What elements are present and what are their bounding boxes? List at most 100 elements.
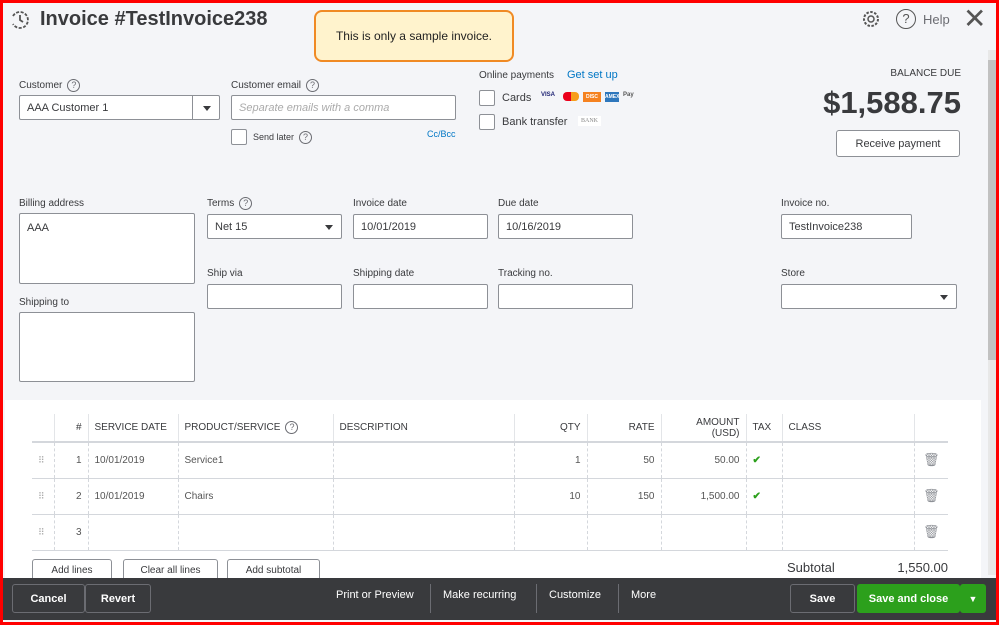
tax-checkmark[interactable]: ✔ xyxy=(745,442,782,479)
class-cell[interactable] xyxy=(781,442,914,479)
help-icon: ? xyxy=(67,79,81,92)
class-cell[interactable] xyxy=(781,478,914,515)
rate-cell[interactable]: 50 xyxy=(586,442,661,479)
amount-cell[interactable]: 1,500.00 xyxy=(660,478,746,515)
save-and-close-button[interactable]: Save and close xyxy=(857,584,960,613)
cards-label: Cards xyxy=(502,92,532,104)
due-date-input[interactable]: 10/16/2019 xyxy=(498,214,633,239)
balance-due-label: BALANCE DUE xyxy=(890,68,961,79)
trash-icon[interactable]: 🗑︎ xyxy=(913,514,948,551)
drag-handle-icon[interactable]: ⠿ xyxy=(32,478,54,515)
service-date-cell[interactable] xyxy=(87,514,178,551)
more-button[interactable]: More xyxy=(631,589,656,601)
qty-cell[interactable]: 1 xyxy=(513,442,587,479)
line-number: 2 xyxy=(53,478,88,515)
recent-transactions-icon[interactable] xyxy=(9,9,31,31)
tax-checkmark[interactable]: ✔ xyxy=(745,478,782,515)
shipping-to-label: Shipping to xyxy=(19,297,70,308)
customer-label: Customer? xyxy=(19,79,81,92)
amount-cell[interactable] xyxy=(660,514,746,551)
service-date-cell[interactable]: 10/01/2019 xyxy=(87,478,178,515)
send-later-checkbox[interactable] xyxy=(231,129,247,145)
customer-email-input[interactable]: Separate emails with a comma xyxy=(231,95,456,120)
receive-payment-button[interactable]: Receive payment xyxy=(836,130,960,157)
bank-transfer-checkbox[interactable] xyxy=(479,114,495,130)
product-cell[interactable]: Chairs xyxy=(177,478,333,515)
close-icon[interactable]: ✕ xyxy=(963,2,986,35)
terms-select[interactable]: Net 15 xyxy=(207,214,342,239)
apple-pay-icon: Pay xyxy=(623,92,634,98)
line-number: 3 xyxy=(53,514,88,551)
table-row[interactable]: ⠿ 3 🗑︎ xyxy=(32,514,948,551)
amex-icon: AMEX xyxy=(605,92,619,102)
help-icon[interactable]: ? xyxy=(896,9,916,29)
cc-bcc-link[interactable]: Cc/Bcc xyxy=(427,129,456,139)
help-link[interactable]: Help xyxy=(923,12,950,27)
tracking-no-input[interactable] xyxy=(498,284,633,309)
cards-checkbox[interactable] xyxy=(479,90,495,106)
save-button[interactable]: Save xyxy=(790,584,855,613)
service-date-cell[interactable]: 10/01/2019 xyxy=(87,442,178,479)
description-cell[interactable] xyxy=(332,478,514,515)
ship-via-input[interactable] xyxy=(207,284,342,309)
online-payments-label: Online payments xyxy=(479,70,555,81)
tracking-no-label: Tracking no. xyxy=(498,268,553,279)
table-row[interactable]: ⠿ 2 10/01/2019 Chairs 10 150 1,500.00 ✔ … xyxy=(32,478,948,515)
invoice-date-input[interactable]: 10/01/2019 xyxy=(353,214,488,239)
invoice-date-label: Invoice date xyxy=(353,198,407,209)
visa-icon: VISA xyxy=(541,92,556,98)
product-cell[interactable]: Service1 xyxy=(177,442,333,479)
drag-handle-icon[interactable]: ⠿ xyxy=(32,442,54,479)
scrollbar[interactable] xyxy=(988,50,996,575)
product-cell[interactable] xyxy=(177,514,333,551)
amount-cell[interactable]: 50.00 xyxy=(660,442,746,479)
col-product-service: PRODUCT/SERVICE? xyxy=(177,414,333,443)
terms-label: Terms? xyxy=(207,197,253,210)
help-icon: ? xyxy=(299,131,313,144)
description-cell[interactable] xyxy=(332,514,514,551)
col-tax: TAX xyxy=(745,414,782,443)
invoice-no-input[interactable]: TestInvoice238 xyxy=(781,214,912,239)
rate-cell[interactable]: 150 xyxy=(586,478,661,515)
customer-email-label: Customer email? xyxy=(231,79,320,92)
revert-button[interactable]: Revert xyxy=(85,584,151,613)
shipping-date-label: Shipping date xyxy=(353,268,415,279)
store-label: Store xyxy=(781,268,805,279)
cancel-button[interactable]: Cancel xyxy=(12,584,85,613)
trash-icon[interactable]: 🗑︎ xyxy=(913,442,948,479)
table-row[interactable]: ⠿ 1 10/01/2019 Service1 1 50 50.00 ✔ 🗑︎ xyxy=(32,442,948,479)
due-date-label: Due date xyxy=(498,198,539,209)
bank-transfer-label: Bank transfer xyxy=(502,116,568,128)
shipping-to-input[interactable] xyxy=(19,312,195,382)
line-number: 1 xyxy=(53,442,88,479)
shipping-date-input[interactable] xyxy=(353,284,488,309)
description-cell[interactable] xyxy=(332,442,514,479)
col-class: CLASS xyxy=(781,414,914,443)
line-items-section: # SERVICE DATE PRODUCT/SERVICE? DESCRIPT… xyxy=(5,400,981,581)
chevron-down-icon xyxy=(940,294,948,300)
tax-checkmark[interactable] xyxy=(745,514,782,551)
qty-cell[interactable] xyxy=(513,514,587,551)
trash-icon[interactable]: 🗑︎ xyxy=(913,478,948,515)
rate-cell[interactable] xyxy=(586,514,661,551)
save-options-dropdown[interactable]: ▼ xyxy=(960,584,986,613)
col-qty: QTY xyxy=(513,414,587,443)
help-icon: ? xyxy=(285,421,299,434)
print-preview-button[interactable]: Print or Preview xyxy=(336,589,414,601)
store-select[interactable] xyxy=(781,284,957,309)
footer-toolbar: Cancel Revert Print or Preview Make recu… xyxy=(3,578,996,620)
get-set-up-link[interactable]: Get set up xyxy=(567,69,618,81)
gear-icon[interactable] xyxy=(861,9,881,29)
invoice-no-label: Invoice no. xyxy=(781,198,830,209)
make-recurring-button[interactable]: Make recurring xyxy=(443,589,516,601)
bank-icon: BANK xyxy=(578,116,602,126)
qty-cell[interactable]: 10 xyxy=(513,478,587,515)
billing-address-label: Billing address xyxy=(19,198,85,209)
class-cell[interactable] xyxy=(781,514,914,551)
customer-select[interactable]: AAA Customer 1 xyxy=(19,95,220,120)
billing-address-input[interactable]: AAA xyxy=(19,213,195,284)
customize-button[interactable]: Customize xyxy=(549,589,601,601)
line-items-table: # SERVICE DATE PRODUCT/SERVICE? DESCRIPT… xyxy=(32,414,948,551)
drag-handle-icon[interactable]: ⠿ xyxy=(32,514,54,551)
col-number: # xyxy=(53,414,88,443)
